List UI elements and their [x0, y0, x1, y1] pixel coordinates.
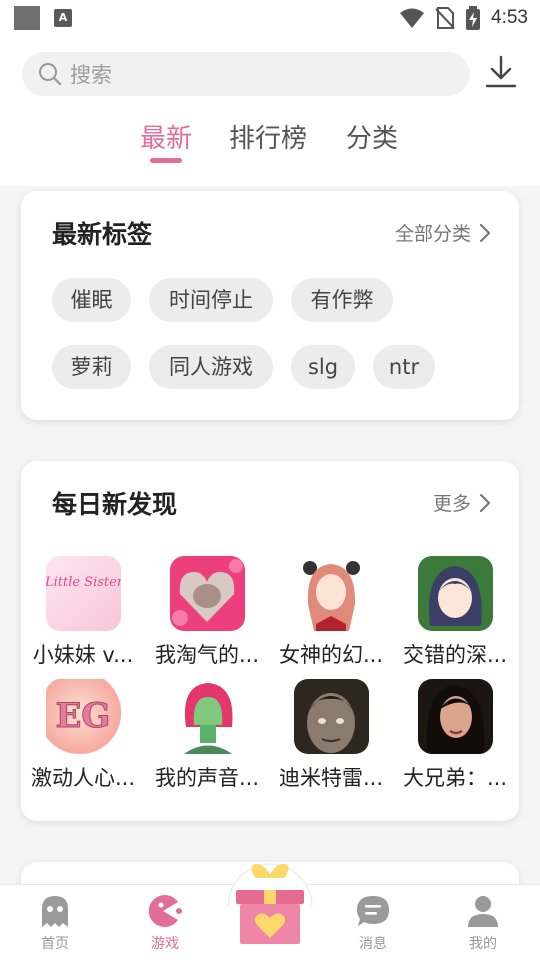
status-icons: 4:53	[399, 4, 528, 32]
game-thumbnail-art	[306, 693, 355, 753]
user-icon	[468, 896, 498, 927]
thumb-text: Little Sister	[46, 575, 121, 590]
game-item[interactable]: 我的声音...	[147, 679, 267, 792]
nav-messages[interactable]: 消息	[338, 895, 408, 953]
gift-icon	[227, 863, 313, 944]
game-thumbnail-art: Little Sister	[46, 575, 121, 590]
game-item[interactable]: EG 激动人心...	[23, 679, 143, 792]
game-item[interactable]: 女神的幻...	[271, 556, 391, 669]
tag-chip[interactable]: ntr	[373, 345, 435, 389]
thumb-text: EG	[55, 696, 110, 736]
search-input[interactable]: 搜索	[22, 52, 470, 96]
game-name: 我的声音...	[154, 766, 260, 790]
game-thumbnail-art	[302, 561, 360, 631]
search-icon	[39, 63, 62, 86]
nav-profile[interactable]: 我的	[448, 895, 518, 953]
tag-chip[interactable]: 时间停止	[149, 278, 273, 322]
gift-button[interactable]	[226, 860, 314, 960]
tab-indicator	[150, 158, 182, 163]
tag-chip[interactable]: slg	[291, 345, 355, 389]
more-link[interactable]: 更多	[433, 489, 491, 516]
card-title: 每日新发现	[52, 490, 178, 519]
all-categories-link[interactable]: 全部分类	[395, 219, 491, 246]
game-thumbnail: Little Sister	[45, 556, 121, 631]
tab-ranking[interactable]: 排行榜	[229, 118, 307, 155]
a-icon: A	[54, 9, 72, 27]
game-item[interactable]: 大兄弟：...	[395, 679, 515, 792]
game-thumbnail	[169, 679, 245, 754]
game-thumbnail-art	[426, 685, 484, 754]
battery-charging-icon	[466, 6, 481, 30]
nav-label: 首页	[41, 936, 69, 952]
nav-home[interactable]: 首页	[20, 895, 90, 953]
more-label: 更多	[432, 493, 471, 515]
game-thumbnail-art	[428, 566, 482, 626]
game-thumbnail-art	[171, 559, 243, 626]
status-bar: A 4:53	[0, 0, 540, 36]
tab-category[interactable]: 分类	[346, 118, 398, 155]
game-thumbnail	[417, 679, 493, 754]
tab-bar: 最新 排行榜 分类	[0, 118, 540, 168]
game-item[interactable]: 迪米特雷...	[271, 679, 391, 792]
game-thumbnail: EG	[45, 679, 121, 754]
game-thumbnail	[293, 679, 369, 754]
tag-chip[interactable]: 同人游戏	[149, 345, 273, 389]
nav-games[interactable]: 游戏	[130, 895, 200, 953]
nav-label: 游戏	[151, 936, 179, 952]
game-name: 小妹妹 v...	[32, 643, 134, 667]
game-item[interactable]: Little Sister 小妹妹 v...	[23, 556, 143, 669]
top-bar: 搜索 最新 排行榜 分类	[0, 36, 540, 186]
game-name: 激动人心...	[30, 766, 136, 790]
game-thumbnail	[417, 556, 493, 631]
game-name: 迪米特雷...	[278, 766, 384, 790]
nav-label: 我的	[469, 936, 497, 952]
game-thumbnail	[293, 556, 369, 631]
game-name: 我淘气的...	[154, 643, 260, 667]
no-sim-icon	[435, 7, 455, 29]
tag-chip[interactable]: 有作弊	[291, 278, 393, 322]
game-thumbnail-art	[183, 683, 232, 754]
tag-chip[interactable]: 萝莉	[52, 345, 131, 389]
nav-label: 消息	[359, 936, 387, 952]
search-placeholder: 搜索	[70, 63, 112, 87]
download-icon[interactable]	[484, 54, 518, 90]
clock: 4:53	[491, 7, 528, 28]
latest-tags-card: 最新标签 全部分类 催眠 时间停止 有作弊 萝莉 同人游戏 slg ntr	[21, 191, 519, 420]
chevron-right-icon	[479, 223, 491, 242]
tag-chip[interactable]: 催眠	[52, 278, 131, 322]
chevron-right-icon	[479, 493, 491, 512]
wifi-icon	[400, 8, 425, 28]
message-icon	[357, 896, 389, 926]
game-item[interactable]: 交错的深...	[395, 556, 515, 669]
notification-placeholder-icon	[14, 6, 40, 30]
game-name: 交错的深...	[402, 643, 508, 667]
game-name: 大兄弟：...	[402, 766, 508, 790]
card-title: 最新标签	[52, 220, 153, 249]
tab-latest[interactable]: 最新	[140, 118, 192, 155]
daily-discovery-card: 每日新发现 更多 Little Sister 小妹妹 v... 我淘气的...	[21, 461, 519, 821]
pacman-icon	[148, 895, 182, 927]
game-item[interactable]: 我淘气的...	[147, 556, 267, 669]
all-categories-label: 全部分类	[394, 223, 471, 245]
game-thumbnail-art: EG	[55, 696, 111, 737]
game-thumbnail	[169, 556, 245, 631]
game-name: 女神的幻...	[278, 643, 384, 667]
ghost-icon	[42, 896, 68, 927]
